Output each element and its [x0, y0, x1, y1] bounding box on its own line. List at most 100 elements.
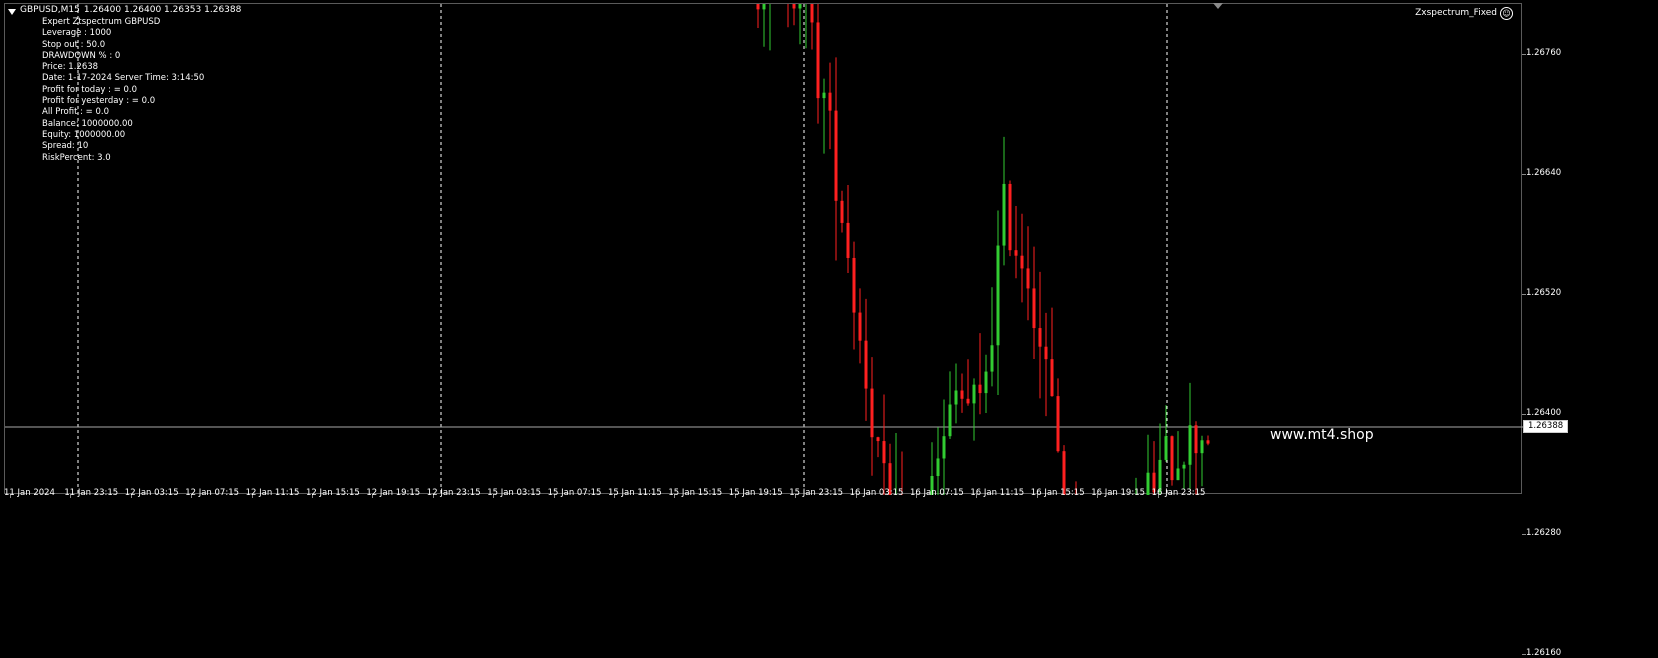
time-tick-label: 15 Jan 15:15	[668, 488, 723, 498]
expert-indicator[interactable]: Zxspectrum_Fixed ☺	[1415, 7, 1513, 20]
candle	[996, 210, 1000, 395]
candle	[1158, 423, 1162, 495]
symbol-label: GBPUSD,M15	[20, 5, 80, 15]
candle-body	[762, 4, 766, 10]
candle-body	[1020, 255, 1024, 269]
candle	[792, 4, 796, 26]
time-tick-label: 12 Jan 15:15	[306, 488, 360, 498]
candle-body	[972, 384, 976, 404]
candle	[1170, 435, 1174, 486]
time-tick-label: 15 Jan 11:15	[608, 488, 662, 498]
candle	[762, 4, 766, 47]
smiley-icon: ☺	[1500, 7, 1513, 20]
candle	[810, 4, 814, 50]
candle	[864, 298, 868, 421]
candle	[1200, 435, 1204, 487]
candle	[769, 4, 771, 51]
candle	[882, 394, 886, 495]
price-tick-label: 1.26640	[1521, 168, 1562, 178]
time-tick-label: 12 Jan 07:15	[185, 488, 240, 498]
watermark: www.mt4.shop	[1270, 427, 1374, 443]
candle	[1152, 441, 1156, 495]
info-line: Date: 1-17-2024 Server Time: 3:14:50	[42, 73, 205, 84]
candle-body	[1008, 183, 1012, 251]
time-tick-label: 16 Jan 19:15	[1091, 488, 1146, 498]
candle	[1026, 226, 1030, 321]
candle-body	[948, 404, 952, 437]
candle-body	[984, 371, 988, 394]
candle	[942, 399, 946, 495]
candle-body	[966, 398, 970, 404]
candle-body	[1026, 268, 1030, 289]
candle-body	[954, 390, 958, 405]
time-tick-label: 15 Jan 07:15	[547, 488, 602, 498]
candle-body	[828, 92, 832, 111]
candle	[1002, 136, 1006, 266]
info-line: Equity: 1000000.00	[42, 129, 126, 140]
candle	[805, 4, 807, 49]
time-tick-label: 12 Jan 11:15	[245, 488, 300, 498]
candle	[1032, 246, 1036, 360]
info-line: All Profit : = 0.0	[42, 107, 110, 118]
time-tick-label: 16 Jan 03:15	[849, 488, 904, 498]
candle	[1038, 271, 1042, 399]
expert-name: Zxspectrum_Fixed	[1415, 8, 1497, 18]
candle	[948, 371, 952, 440]
candle	[960, 373, 964, 413]
candle	[1056, 378, 1060, 453]
chart-shift-marker-icon[interactable]	[1213, 3, 1223, 9]
candle-body	[756, 4, 760, 10]
candle	[822, 78, 826, 154]
candle-body	[1182, 464, 1186, 469]
candle-body	[1056, 396, 1060, 452]
candle	[1176, 431, 1180, 481]
candle	[978, 333, 982, 415]
candle-body	[1164, 436, 1168, 460]
candle-body	[1002, 183, 1006, 246]
chart-area[interactable]	[4, 3, 1523, 495]
info-line: Leverage : 1000	[42, 28, 112, 39]
candle-body	[1032, 288, 1036, 329]
candle-body	[870, 388, 874, 438]
price-tick-label: 1.26520	[1521, 288, 1562, 298]
candle	[1014, 205, 1018, 279]
candle	[895, 433, 897, 495]
candle-body	[822, 92, 826, 99]
ohlc-values: 1.26400 1.26400 1.26353 1.26388	[83, 5, 242, 15]
time-tick-label: 11 Jan 23:15	[64, 488, 119, 498]
time-tick-label: 16 Jan 07:15	[910, 488, 964, 498]
candle	[1008, 180, 1012, 257]
candle	[1194, 421, 1198, 495]
candle-body	[816, 22, 820, 99]
candle-body	[1206, 440, 1210, 444]
price-tick-label: 1.26280	[1521, 528, 1562, 538]
candle-body	[876, 437, 880, 442]
candle-body	[1146, 472, 1150, 495]
price-plot	[5, 4, 1523, 495]
info-line: Spread: 10	[42, 141, 89, 152]
candle-body	[1044, 346, 1048, 360]
candle	[828, 62, 832, 150]
time-tick-label: 15 Jan 23:15	[789, 488, 844, 498]
dropdown-triangle-icon[interactable]	[8, 8, 16, 15]
candle	[876, 436, 880, 458]
time-tick-label: 15 Jan 03:15	[487, 488, 542, 498]
candle	[834, 57, 838, 261]
info-line: Balance: 1000000.00	[42, 118, 133, 129]
time-tick-label: 12 Jan 23:15	[426, 488, 481, 498]
candle	[966, 359, 970, 406]
candle	[1050, 307, 1054, 397]
candle	[798, 4, 802, 45]
candle-body	[936, 458, 940, 477]
info-line: Profit for yesterday : = 0.0	[42, 96, 156, 107]
info-line: RiskPercent: 3.0	[42, 152, 111, 163]
candle-body	[1200, 440, 1204, 454]
bid-price-label: 1.26388	[1523, 420, 1569, 433]
candle-body	[942, 436, 946, 459]
candle	[972, 378, 976, 441]
candle-body	[1050, 359, 1054, 397]
candle-body	[1188, 425, 1192, 465]
candle	[858, 288, 862, 364]
candle-body	[960, 390, 964, 399]
candle-body	[810, 4, 814, 23]
